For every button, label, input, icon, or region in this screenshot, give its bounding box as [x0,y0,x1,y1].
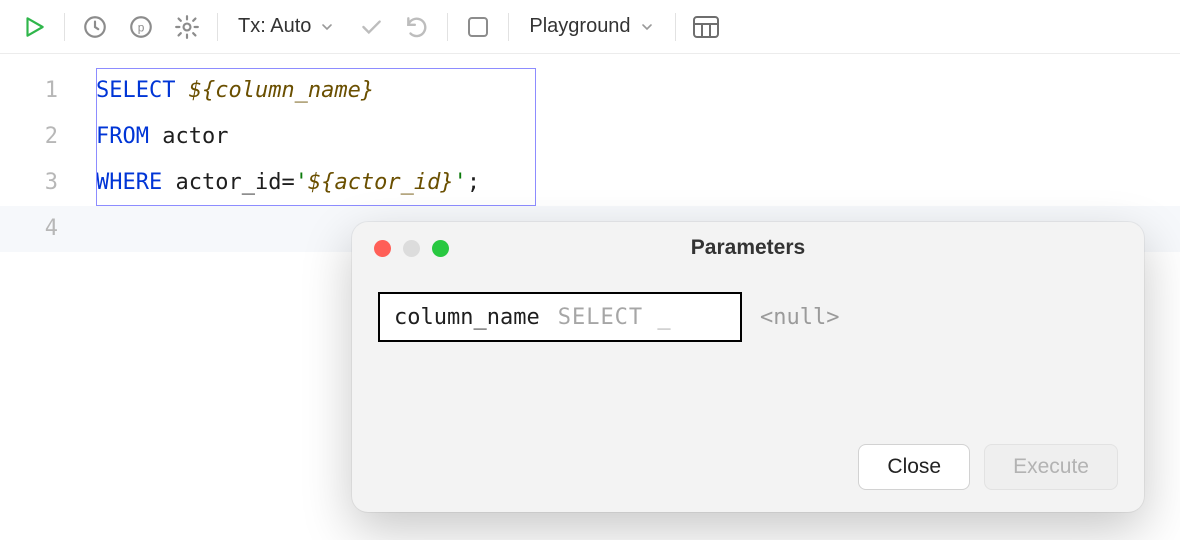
execute-button[interactable]: Execute [984,444,1118,490]
commit-icon[interactable] [351,7,391,47]
explain-plan-icon[interactable]: p [121,7,161,47]
dialog-titlebar: Parameters [352,222,1144,274]
close-button[interactable]: Close [858,444,970,490]
run-button[interactable] [14,7,54,47]
line-gutter: 1 2 3 4 [0,54,96,252]
separator [675,13,676,41]
separator [508,13,509,41]
line-number: 2 [0,114,96,160]
history-icon[interactable] [75,7,115,47]
zoom-window-icon[interactable] [432,240,449,257]
tx-mode-label: Tx: Auto [238,15,311,38]
toolbar: p Tx: Auto Playground [0,0,1180,54]
settings-icon[interactable] [167,7,207,47]
chevron-down-icon [639,19,655,35]
minimize-window-icon[interactable] [403,240,420,257]
tx-mode-dropdown[interactable]: Tx: Auto [228,7,345,47]
separator [447,13,448,41]
line-number: 3 [0,160,96,206]
code-line: SELECT ${column_name} [96,68,1180,114]
chevron-down-icon [319,19,335,35]
data-grid-icon[interactable] [686,7,726,47]
parameter-input[interactable]: column_name SELECT _ [378,292,742,342]
dialog-footer: Close Execute [352,444,1144,512]
parameters-dialog: Parameters column_name SELECT _ <null> C… [352,222,1144,512]
code-line: WHERE actor_id='${actor_id}'; [96,160,1180,206]
rollback-icon[interactable] [397,7,437,47]
session-label: Playground [529,15,630,38]
code-line: FROM actor [96,114,1180,160]
close-window-icon[interactable] [374,240,391,257]
parameter-name: column_name [394,305,540,330]
separator [217,13,218,41]
separator [64,13,65,41]
parameter-row: column_name SELECT _ <null> [378,292,1118,342]
dialog-title: Parameters [352,236,1144,260]
dialog-body: column_name SELECT _ <null> [352,274,1144,444]
svg-text:p: p [138,20,145,34]
line-number: 4 [0,206,96,252]
session-dropdown[interactable]: Playground [519,7,664,47]
parameter-hint: SELECT _ [558,305,672,330]
stop-icon[interactable] [458,7,498,47]
window-controls [352,240,449,257]
line-number: 1 [0,68,96,114]
parameter-value[interactable]: <null> [742,292,839,342]
